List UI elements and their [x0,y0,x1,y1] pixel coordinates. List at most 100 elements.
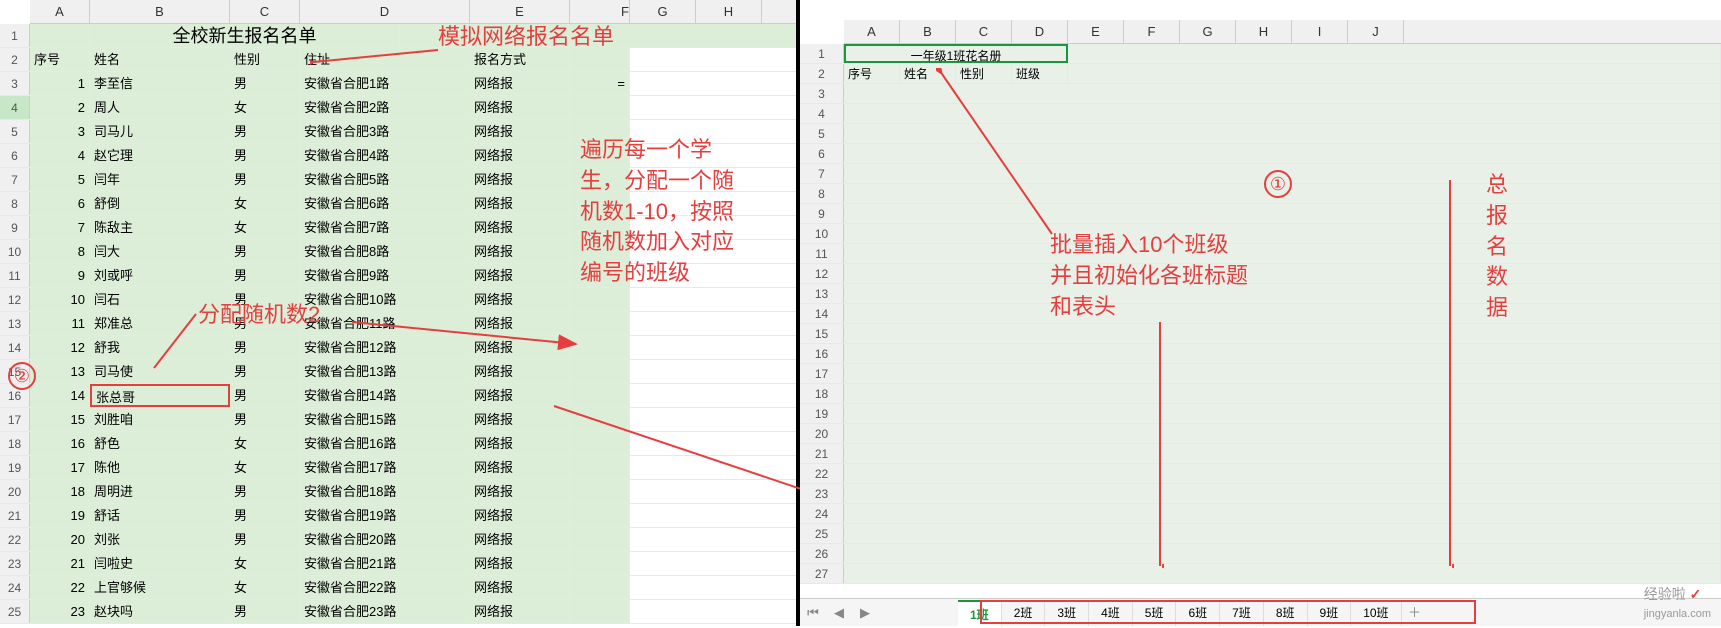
row-header[interactable]: 20 [800,424,844,443]
cell[interactable]: 4 [30,144,90,167]
cell[interactable]: 男 [230,336,300,359]
row-header[interactable]: 13 [800,284,844,303]
cell[interactable]: 21 [30,552,90,575]
cell[interactable] [570,216,630,239]
cell[interactable]: 男 [230,288,300,311]
cell[interactable]: 性别 [956,64,1012,83]
cell-name[interactable]: 陈他 [90,456,230,479]
row-header[interactable]: 7 [800,164,844,183]
cell[interactable]: 3 [30,120,90,143]
cell[interactable] [844,264,1721,283]
row-header[interactable]: 11 [800,244,844,263]
cell[interactable]: 18 [30,480,90,503]
cell[interactable] [1068,44,1721,63]
cell[interactable]: 安徽省合肥4路 [300,144,470,167]
cell[interactable]: 5 [30,168,90,191]
cell[interactable]: 网络报 [470,336,570,359]
row-header[interactable]: 4 [0,96,30,119]
row-header[interactable]: 13 [0,312,30,335]
cell[interactable] [570,576,630,599]
row-header[interactable]: 19 [800,404,844,423]
cell[interactable]: 网络报 [470,264,570,287]
cell[interactable] [844,544,1721,563]
cell[interactable] [844,484,1721,503]
row-header[interactable]: 19 [0,456,30,479]
cell[interactable]: 安徽省合肥7路 [300,216,470,239]
cell[interactable] [570,312,630,335]
cell[interactable]: 11 [30,312,90,335]
cell[interactable] [570,600,630,623]
col-header[interactable]: H [696,0,762,23]
cell[interactable]: 网络报 [470,72,570,95]
row-header[interactable]: 25 [0,600,30,623]
right-grid[interactable]: 1一年级1班花名册2序号姓名性别班级3456789101112131415161… [800,44,1721,584]
row-header[interactable]: 25 [800,524,844,543]
cell[interactable]: 安徽省合肥2路 [300,96,470,119]
cell-name[interactable]: 张总哥 [90,384,230,407]
cell[interactable] [570,168,630,191]
cell[interactable]: 女 [230,216,300,239]
cell-name[interactable]: 郑准总 [90,312,230,335]
row-header[interactable]: 18 [0,432,30,455]
cell[interactable]: 女 [230,192,300,215]
cell[interactable]: 2 [30,96,90,119]
row-header[interactable]: 14 [0,336,30,359]
row-header[interactable]: 16 [800,344,844,363]
cell[interactable] [844,104,1721,123]
col-header[interactable]: D [300,0,470,23]
cell[interactable]: 网络报 [470,408,570,431]
cell[interactable] [570,120,630,143]
cell[interactable]: 安徽省合肥17路 [300,456,470,479]
col-header[interactable]: E [1068,20,1124,43]
col-header[interactable]: A [844,20,900,43]
row-header[interactable]: 5 [800,124,844,143]
cell-name[interactable]: 司马儿 [90,120,230,143]
cell[interactable]: 14 [30,384,90,407]
cell[interactable] [570,336,630,359]
cell[interactable]: 安徽省合肥13路 [300,360,470,383]
cell[interactable]: 12 [30,336,90,359]
cell[interactable]: 1 [30,72,90,95]
cell[interactable]: 安徽省合肥22路 [300,576,470,599]
cell[interactable] [844,424,1721,443]
cell[interactable] [844,224,1721,243]
cell[interactable]: 安徽省合肥18路 [300,480,470,503]
cell[interactable]: 16 [30,432,90,455]
cell[interactable]: = [570,72,630,95]
cell[interactable]: 男 [230,240,300,263]
cell[interactable] [570,480,630,503]
cell-name[interactable]: 刘张 [90,528,230,551]
cell[interactable]: 序号 [30,48,90,71]
cell[interactable]: 网络报 [470,312,570,335]
cell[interactable] [844,124,1721,143]
cell[interactable]: 网络报 [470,144,570,167]
cell[interactable]: 男 [230,408,300,431]
cell[interactable]: 安徽省合肥8路 [300,240,470,263]
col-header[interactable]: B [90,0,230,23]
cell-name[interactable]: 周人 [90,96,230,119]
cell[interactable] [844,364,1721,383]
cell[interactable]: 姓名 [90,48,230,71]
cell[interactable]: 13 [30,360,90,383]
cell[interactable]: 网络报 [470,240,570,263]
tab-nav-prev[interactable]: ◀ [826,600,852,626]
cell[interactable]: 男 [230,360,300,383]
cell[interactable]: 网络报 [470,600,570,623]
cell-name[interactable]: 赵它理 [90,144,230,167]
col-header[interactable]: C [230,0,300,23]
col-header[interactable]: I [1292,20,1348,43]
cell-name[interactable]: 舒色 [90,432,230,455]
row-header[interactable]: 8 [800,184,844,203]
cell[interactable]: 网络报 [470,288,570,311]
cell-name[interactable]: 司马使 [90,360,230,383]
cell[interactable]: 班级 [1012,64,1068,83]
row-header[interactable]: 4 [800,104,844,123]
cell[interactable] [570,456,630,479]
cell[interactable] [570,432,630,455]
row-header[interactable]: 6 [800,144,844,163]
right-title-cell[interactable]: 一年级1班花名册 [844,44,1068,63]
cell-name[interactable]: 刘胜咱 [90,408,230,431]
title-cell[interactable]: 全校新生报名名单 [90,24,400,47]
row-header[interactable]: 27 [800,564,844,583]
row-header[interactable]: 9 [800,204,844,223]
